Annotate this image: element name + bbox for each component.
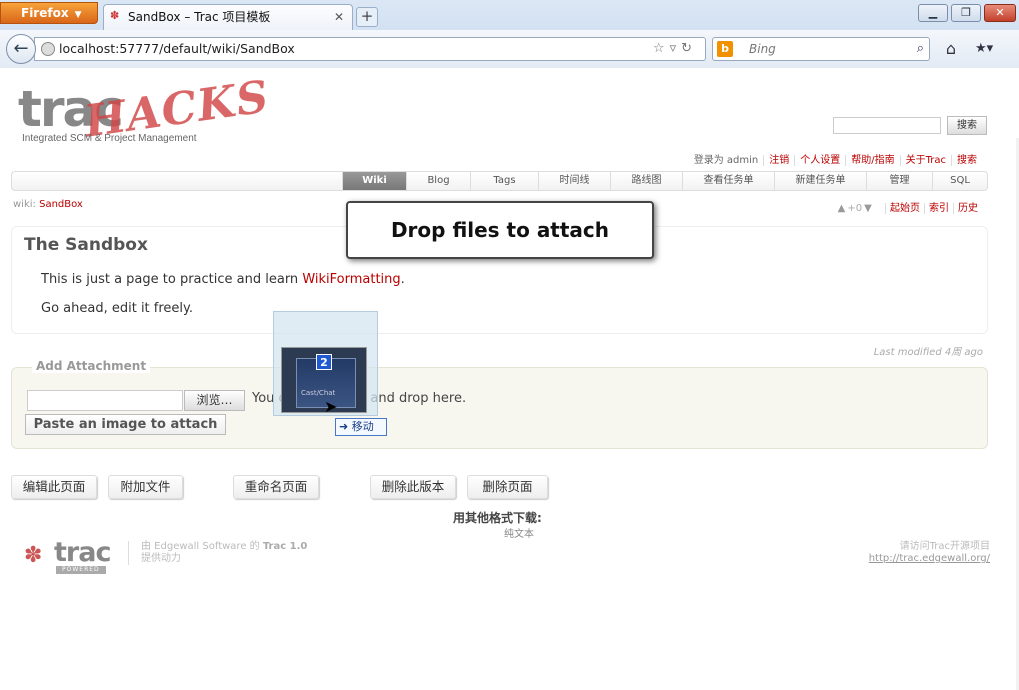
star-reload-icons[interactable]: ☆▿↻ [653, 38, 697, 60]
breadcrumb-page[interactable]: SandBox [39, 199, 83, 210]
search-box[interactable]: b Bing ⌕ [712, 37, 930, 61]
breadcrumb: wiki: SandBox [13, 199, 83, 210]
meta-help[interactable]: 帮助/指南 [851, 155, 894, 166]
close-window-button[interactable]: ✕ [984, 4, 1016, 22]
site-logo[interactable]: trac HACKS Integrated SCM & Project Mana… [18, 71, 272, 153]
footer-trac-version[interactable]: Trac 1.0 [263, 541, 308, 552]
wiki-line1-text: This is just a page to practice and lear… [41, 272, 303, 287]
wiki-paragraph-1: This is just a page to practice and lear… [41, 272, 405, 287]
delete-version-button[interactable]: 删除此版本 [370, 475, 456, 499]
attachment-legend: Add Attachment [32, 359, 151, 373]
wiki-line1-end: . [400, 272, 405, 287]
bookmarks-icon[interactable]: ★▾ [975, 38, 1009, 60]
vote-count: +0 [847, 203, 863, 214]
globe-icon [41, 42, 55, 56]
last-modified: Last modified 4周 ago [873, 347, 983, 358]
cursor-arrow-icon: ➤ [324, 397, 338, 416]
move-arrow-icon: ➜ [339, 420, 349, 433]
meta-about[interactable]: 关于Trac [906, 155, 946, 166]
chevron-down-icon: ▼ [74, 10, 82, 20]
delete-page-button[interactable]: 删除页面 [467, 475, 548, 499]
trac-powered-logo[interactable]: ✽ trac POWERED [24, 537, 114, 577]
paste-image-button[interactable]: Paste an image to attach [25, 414, 226, 435]
meta-search[interactable]: 搜索 [957, 155, 977, 166]
ctx-start-page[interactable]: 起始页 [885, 203, 924, 214]
footer-by-suffix: 提供动力 [141, 553, 181, 564]
nav-view-tickets[interactable]: 查看任务单 [682, 172, 774, 190]
footer-trac-link[interactable]: http://trac.edgewall.org/ [869, 553, 990, 564]
context-nav: ▲ +0 ▼ 起始页 索引 历史 [836, 199, 982, 214]
page-title: The Sandbox [24, 235, 148, 255]
move-label: 移动 [351, 420, 374, 433]
nav-sql[interactable]: SQL [932, 172, 987, 190]
wikiformatting-link[interactable]: WikiFormatting [302, 272, 400, 287]
vote-up-icon[interactable]: ▲ [836, 203, 848, 214]
meta-nav: 登录为 admin 注销 个人设置 帮助/指南 关于Trac 搜索 [689, 151, 982, 166]
file-input[interactable] [27, 390, 183, 411]
nav-new-ticket[interactable]: 新建任务单 [774, 172, 866, 190]
meta-login: 登录为 admin [693, 155, 759, 166]
meta-prefs[interactable]: 个人设置 [800, 155, 840, 166]
breadcrumb-prefix: wiki: [13, 199, 36, 210]
nav-tags[interactable]: Tags [470, 172, 538, 190]
move-tooltip: ➜ 移动 [335, 418, 387, 436]
firefox-menu-button[interactable]: Firefox ▼ [0, 2, 98, 24]
search-placeholder: Bing [749, 42, 776, 56]
footer-powered: POWERED [56, 566, 106, 574]
nav-wiki[interactable]: Wiki [342, 172, 406, 190]
download-title: 用其他格式下载: [453, 511, 542, 525]
browser-tab[interactable]: ✽ SandBox – Trac 项目模板 ✕ [103, 4, 353, 30]
back-button[interactable]: ← [6, 34, 36, 64]
nav-timeline[interactable]: 时间线 [538, 172, 610, 190]
url-text: localhost:57777/default/wiki/SandBox [59, 41, 295, 56]
page-content: trac HACKS Integrated SCM & Project Mana… [0, 69, 1019, 690]
browse-button[interactable]: 浏览… [184, 390, 245, 411]
site-search-input[interactable] [833, 117, 941, 134]
meta-logout[interactable]: 注销 [769, 155, 789, 166]
nav-roadmap[interactable]: 路线图 [610, 172, 682, 190]
main-nav: Wiki Blog Tags 时间线 路线图 查看任务单 新建任务单 管理 SQ… [11, 171, 988, 191]
nav-admin[interactable]: 管理 [866, 172, 932, 190]
ctx-history[interactable]: 历史 [953, 203, 982, 214]
nav-blog[interactable]: Blog [406, 172, 470, 190]
minimize-button[interactable]: ▁ [918, 4, 948, 22]
edit-page-button[interactable]: 编辑此页面 [11, 475, 97, 499]
footer-credits: 由 Edgewall Software 的 Trac 1.0 提供动力 [128, 541, 307, 565]
search-icon[interactable]: ⌕ [917, 38, 924, 60]
footer-logo-text: trac [54, 537, 111, 568]
restore-button[interactable]: ❐ [951, 4, 981, 22]
footer-visit: 请访问Trac开源项目 http://trac.edgewall.org/ [869, 541, 990, 565]
close-tab-icon[interactable]: ✕ [334, 5, 344, 29]
navigation-toolbar: localhost:57777/default/wiki/SandBox ☆▿↻… [0, 30, 1019, 68]
firefox-menu-label: Firefox [21, 6, 69, 20]
footer-visit-text: 请访问Trac开源项目 [899, 541, 990, 552]
paw-icon: ✽ [24, 543, 43, 568]
vote-down-icon[interactable]: ▼ [862, 203, 874, 214]
tab-title: SandBox – Trac 项目模板 [128, 10, 271, 24]
home-icon[interactable]: ⌂ [940, 38, 962, 60]
new-tab-button[interactable]: + [356, 7, 378, 27]
footer: ✽ trac POWERED 由 Edgewall Software 的 Tra… [10, 537, 990, 579]
browser-chrome: Firefox ▼ ✽ SandBox – Trac 项目模板 ✕ + ▁ ❐ ✕… [0, 0, 1019, 68]
download-plain-text[interactable]: 纯文本 [504, 525, 534, 540]
address-bar[interactable]: localhost:57777/default/wiki/SandBox ☆▿↻ [34, 37, 706, 61]
wiki-paragraph-2: Go ahead, edit it freely. [41, 301, 193, 316]
drop-files-overlay: Drop files to attach [346, 201, 654, 259]
site-search-button[interactable]: 搜索 [947, 116, 987, 135]
trac-paw-icon: ✽ [110, 9, 120, 22]
attach-file-button[interactable]: 附加文件 [108, 475, 183, 499]
rename-page-button[interactable]: 重命名页面 [233, 475, 319, 499]
ctx-index[interactable]: 索引 [924, 203, 953, 214]
bing-icon[interactable]: b [717, 41, 733, 57]
votes: ▲ +0 ▼ [836, 203, 874, 214]
drag-count-badge: 2 [316, 354, 332, 370]
logo-subtitle: Integrated SCM & Project Management [22, 133, 197, 144]
add-attachment-panel: Add Attachment 浏览… You can also drag and… [11, 359, 988, 449]
footer-by-prefix: 由 Edgewall Software 的 [141, 541, 263, 552]
